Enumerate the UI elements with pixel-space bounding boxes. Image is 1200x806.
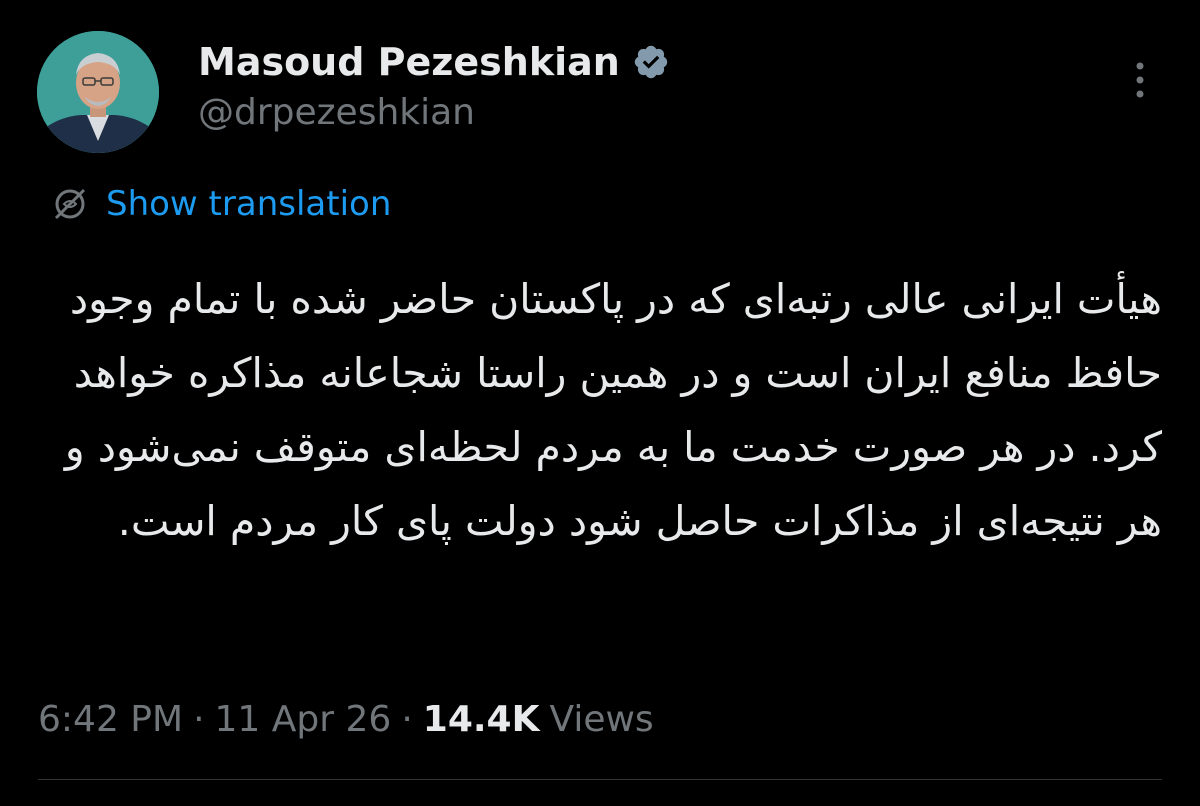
tweet-card: Masoud Pezeshkian @drpezeshkian Show tra…	[0, 0, 1200, 806]
translate-row[interactable]: Show translation	[48, 180, 391, 228]
author-handle[interactable]: @drpezeshkian	[198, 92, 475, 133]
translate-globe-icon	[48, 182, 92, 226]
tweet-text: هیأت ایرانی عالی رتبه‌ای که در پاکستان ح…	[64, 275, 1162, 545]
divider	[38, 779, 1162, 780]
verified-badge-icon[interactable]	[632, 43, 670, 81]
avatar[interactable]	[37, 31, 159, 153]
tweet-time[interactable]: 6:42 PM	[38, 699, 183, 740]
more-options-icon[interactable]	[1127, 58, 1153, 102]
show-translation-link[interactable]: Show translation	[106, 184, 391, 224]
tweet-meta: 6:42 PM · 11 Apr 26 · 14.4K Views	[38, 694, 654, 744]
author-name-row: Masoud Pezeshkian	[198, 36, 670, 88]
meta-separator: ·	[193, 698, 205, 740]
author-display-name[interactable]: Masoud Pezeshkian	[198, 40, 620, 84]
views-count[interactable]: 14.4K	[423, 699, 540, 740]
avatar-portrait-icon	[37, 31, 159, 153]
views-label: Views	[549, 698, 654, 740]
tweet-date[interactable]: 11 Apr 26	[215, 699, 392, 740]
meta-separator: ·	[401, 698, 413, 740]
